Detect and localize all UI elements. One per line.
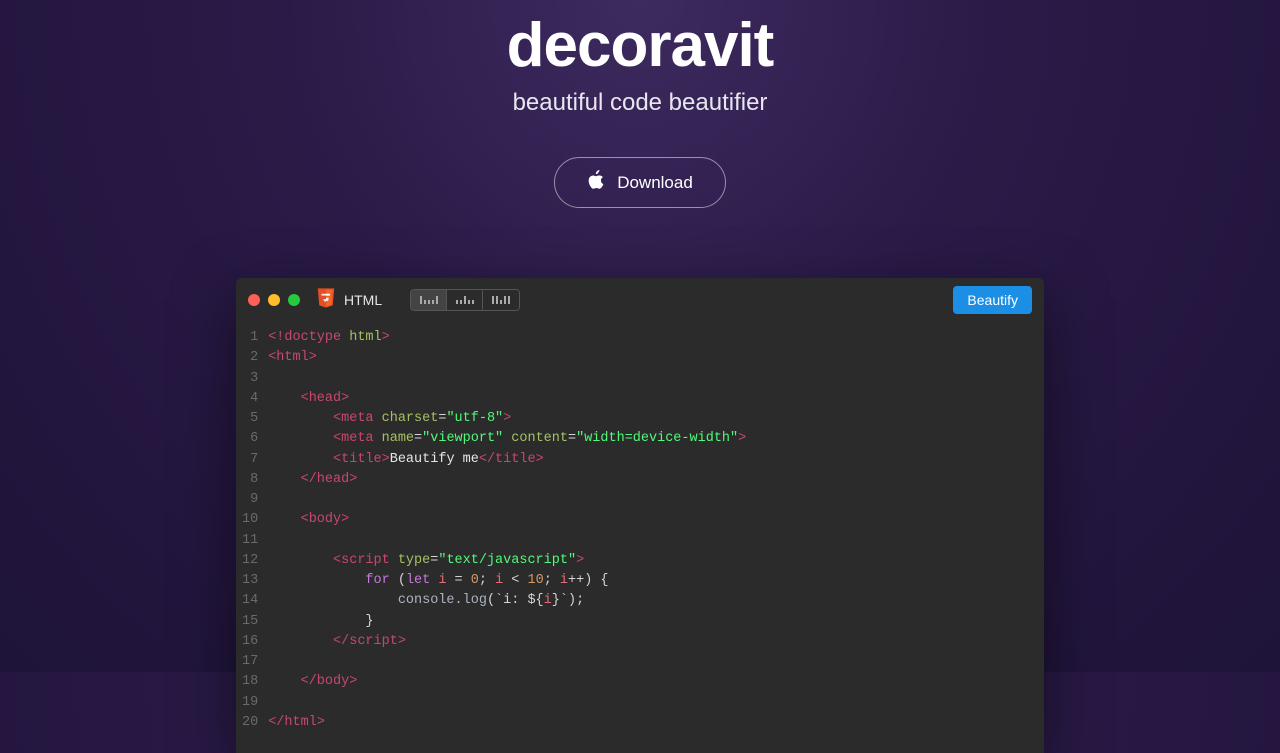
code-line[interactable]: <html> xyxy=(268,348,1044,368)
indent-style-toggle[interactable] xyxy=(410,289,520,311)
line-number: 3 xyxy=(242,369,258,389)
code-line[interactable]: <meta name="viewport" content="width=dev… xyxy=(268,429,1044,449)
html5-icon xyxy=(316,287,336,314)
line-number: 18 xyxy=(242,672,258,692)
line-number: 9 xyxy=(242,490,258,510)
code-line[interactable]: </body> xyxy=(268,672,1044,692)
code-content[interactable]: <!doctype html><html> <head> <meta chars… xyxy=(268,328,1044,733)
code-line[interactable]: console.log(`i: ${i}`); xyxy=(268,591,1044,611)
indent-option-3[interactable] xyxy=(483,290,519,310)
code-editor[interactable]: 1234567891011121314151617181920 <!doctyp… xyxy=(236,322,1044,753)
line-number: 10 xyxy=(242,510,258,530)
code-line[interactable] xyxy=(268,531,1044,551)
code-line[interactable]: </head> xyxy=(268,470,1044,490)
hero-section: decoravit beautiful code beautifier Down… xyxy=(0,0,1280,208)
code-line[interactable]: <!doctype html> xyxy=(268,328,1044,348)
traffic-lights xyxy=(248,294,300,306)
line-number: 17 xyxy=(242,652,258,672)
line-number: 19 xyxy=(242,693,258,713)
code-line[interactable]: <body> xyxy=(268,510,1044,530)
line-number: 11 xyxy=(242,531,258,551)
download-button[interactable]: Download xyxy=(554,157,726,208)
indent-icon xyxy=(420,296,438,304)
language-label: HTML xyxy=(344,292,382,308)
indent-option-2[interactable] xyxy=(447,290,483,310)
download-button-label: Download xyxy=(617,173,693,193)
editor-window: HTML Beautify 12345678910111213141516171… xyxy=(236,278,1044,753)
page-subtitle: beautiful code beautifier xyxy=(0,89,1280,117)
indent-icon xyxy=(456,296,474,304)
maximize-window-button[interactable] xyxy=(288,294,300,306)
code-line[interactable] xyxy=(268,693,1044,713)
code-line[interactable]: <meta charset="utf-8"> xyxy=(268,409,1044,429)
line-number: 4 xyxy=(242,389,258,409)
code-line[interactable]: <head> xyxy=(268,389,1044,409)
beautify-button[interactable]: Beautify xyxy=(953,286,1032,314)
window-titlebar: HTML Beautify xyxy=(236,278,1044,322)
line-number-gutter: 1234567891011121314151617181920 xyxy=(236,328,268,733)
code-line[interactable]: </script​> xyxy=(268,632,1044,652)
language-indicator: HTML xyxy=(316,287,382,314)
code-line[interactable]: for (let i = 0; i < 10; i++) { xyxy=(268,571,1044,591)
line-number: 7 xyxy=(242,450,258,470)
indent-option-1[interactable] xyxy=(411,290,447,310)
close-window-button[interactable] xyxy=(248,294,260,306)
line-number: 8 xyxy=(242,470,258,490)
code-line[interactable]: } xyxy=(268,612,1044,632)
line-number: 13 xyxy=(242,571,258,591)
line-number: 16 xyxy=(242,632,258,652)
code-line[interactable] xyxy=(268,490,1044,510)
page-title: decoravit xyxy=(0,10,1280,81)
code-line[interactable]: <script type="text/javascript"> xyxy=(268,551,1044,571)
line-number: 12 xyxy=(242,551,258,571)
code-line[interactable] xyxy=(268,369,1044,389)
line-number: 20 xyxy=(242,713,258,733)
indent-icon xyxy=(492,296,510,304)
line-number: 15 xyxy=(242,612,258,632)
line-number: 2 xyxy=(242,348,258,368)
line-number: 1 xyxy=(242,328,258,348)
line-number: 6 xyxy=(242,429,258,449)
apple-icon xyxy=(587,170,605,195)
code-line[interactable]: <title>Beautify me</title> xyxy=(268,450,1044,470)
line-number: 5 xyxy=(242,409,258,429)
code-line[interactable] xyxy=(268,652,1044,672)
code-line[interactable]: </html> xyxy=(268,713,1044,733)
line-number: 14 xyxy=(242,591,258,611)
minimize-window-button[interactable] xyxy=(268,294,280,306)
